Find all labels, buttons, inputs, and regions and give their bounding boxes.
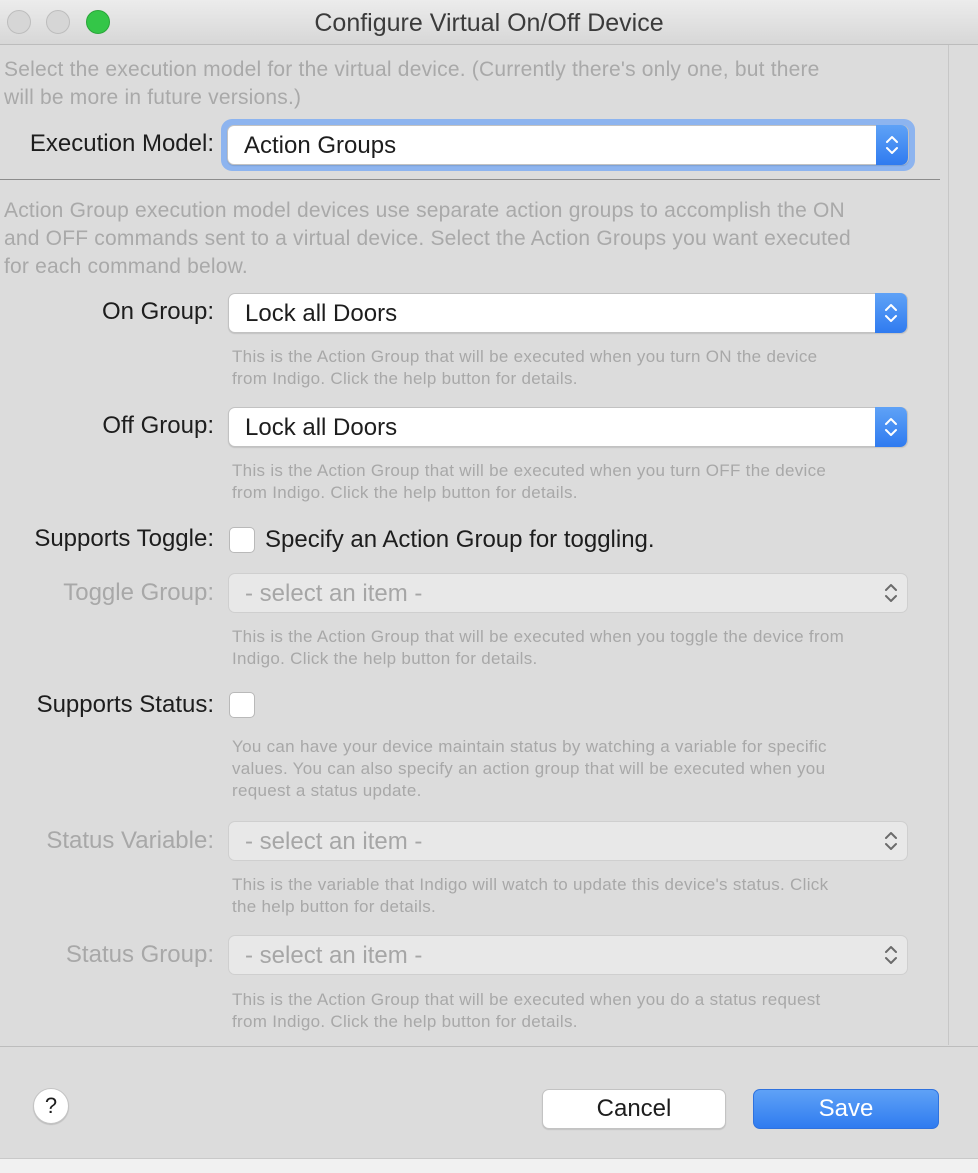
status-group-help-line-1: This is the Action Group that will be ex… [232, 990, 821, 1009]
toggle-group-value: - select an item - [245, 580, 423, 607]
execution-model-popup[interactable]: Action Groups [227, 125, 909, 165]
scrollbar-track[interactable] [948, 45, 978, 1045]
off-group-help-line-1: This is the Action Group that will be ex… [232, 461, 827, 480]
save-button[interactable]: Save [753, 1089, 939, 1129]
status-variable-popup[interactable]: - select an item - [228, 821, 908, 861]
supports-status-help-line-3: request a status update. [232, 781, 422, 800]
status-variable-help-line-2: the help button for details. [232, 897, 437, 916]
toggle-group-help-line-2: Indigo. Click the help button for detail… [232, 649, 538, 668]
window-title: Configure Virtual On/Off Device [314, 9, 664, 37]
popup-stepper-icon [875, 821, 907, 861]
action-group-desc-line-2: and OFF commands sent to a virtual devic… [4, 227, 851, 250]
popup-stepper-icon [875, 407, 907, 447]
toggle-group-popup[interactable]: - select an item - [228, 573, 908, 613]
footer-divider [0, 1046, 978, 1047]
on-group-help-line-1: This is the Action Group that will be ex… [232, 347, 818, 366]
action-group-desc-line-3: for each command below. [4, 255, 248, 278]
popup-stepper-icon [875, 293, 907, 333]
on-group-help-line-2: from Indigo. Click the help button for d… [232, 369, 578, 388]
on-group-value: Lock all Doors [245, 300, 398, 327]
status-variable-value: - select an item - [245, 828, 423, 855]
supports-toggle-checkbox[interactable] [229, 527, 255, 553]
popup-stepper-icon [875, 573, 907, 613]
section-divider [0, 179, 940, 180]
on-group-label: On Group: [101, 298, 214, 325]
supports-status-help-line-1: You can have your device maintain status… [232, 737, 827, 756]
execution-model-label: Execution Model: [29, 130, 214, 157]
execution-model-value: Action Groups [244, 132, 397, 159]
off-group-value: Lock all Doors [245, 414, 398, 441]
help-button[interactable]: ? [33, 1088, 69, 1124]
popup-stepper-icon [876, 125, 908, 165]
cancel-button[interactable]: Cancel [542, 1089, 726, 1129]
status-group-help-line-2: from Indigo. Click the help button for d… [232, 1012, 578, 1031]
supports-status-help-line-2: values. You can also specify an action g… [232, 759, 826, 778]
off-group-popup[interactable]: Lock all Doors [228, 407, 908, 447]
supports-toggle-checkbox-text[interactable]: Specify an Action Group for toggling. [265, 526, 655, 554]
status-variable-label: Status Variable: [46, 827, 214, 854]
status-group-label: Status Group: [65, 941, 214, 968]
supports-status-checkbox[interactable] [229, 692, 255, 718]
intro-text-line-1: Select the execution model for the virtu… [4, 58, 820, 81]
supports-status-label: Supports Status: [36, 691, 214, 718]
off-group-label: Off Group: [102, 412, 214, 439]
popup-stepper-icon [875, 935, 907, 975]
toggle-group-help-line-1: This is the Action Group that will be ex… [232, 627, 845, 646]
status-group-popup[interactable]: - select an item - [228, 935, 908, 975]
on-group-popup[interactable]: Lock all Doors [228, 293, 908, 333]
configure-dialog: Configure Virtual On/Off Device Select t… [0, 0, 978, 1173]
status-group-value: - select an item - [245, 942, 423, 969]
action-group-desc-line-1: Action Group execution model devices use… [4, 199, 845, 222]
supports-toggle-label: Supports Toggle: [34, 525, 214, 552]
status-variable-help-line-1: This is the variable that Indigo will wa… [232, 875, 829, 894]
intro-text-line-2: will be more in future versions.) [4, 86, 302, 109]
toggle-group-label: Toggle Group: [63, 579, 214, 606]
off-group-help-line-2: from Indigo. Click the help button for d… [232, 483, 578, 502]
title-bar: Configure Virtual On/Off Device [0, 0, 978, 45]
background-window-strip [0, 1158, 978, 1173]
